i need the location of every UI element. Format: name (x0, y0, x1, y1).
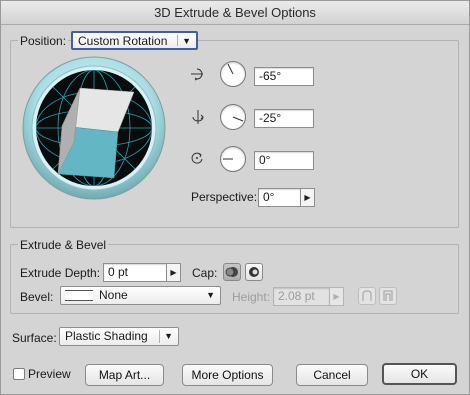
chevron-down-icon: ▼ (182, 36, 191, 46)
z-axis-rotate-icon (191, 152, 203, 164)
perspective-label: Perspective: (191, 190, 258, 204)
x-rotation-dial[interactable] (220, 61, 246, 87)
cancel-button[interactable]: Cancel (296, 364, 368, 386)
surface-select[interactable]: Plastic Shading ▼ (59, 327, 179, 346)
extrude-depth-field[interactable]: 0 pt (103, 263, 167, 282)
surface-select-value: Plastic Shading (65, 329, 148, 343)
y-axis-rotate-icon (192, 110, 204, 124)
cap-label: Cap: (192, 266, 218, 280)
dial-hand (223, 158, 233, 160)
cap-off-icon (249, 267, 259, 277)
bevel-out-icon (362, 290, 372, 301)
track-cube-preview[interactable] (22, 56, 166, 200)
select-separator (177, 35, 178, 46)
perspective-stepper[interactable]: ▶ (301, 188, 315, 207)
map-art-button[interactable]: Map Art... (85, 364, 164, 386)
z-rotation-dial[interactable] (220, 146, 246, 172)
dial-hand (227, 63, 234, 75)
bevel-in-icon (383, 290, 393, 301)
y-rotation-dial[interactable] (220, 104, 246, 130)
preview-label: Preview (28, 367, 71, 381)
bevel-swatch (65, 290, 93, 301)
surface-label: Surface: (12, 331, 57, 345)
bevel-out-button (358, 287, 376, 305)
z-rotation-field[interactable]: 0° (254, 151, 314, 170)
cap-on-icon (225, 267, 238, 277)
extrude-bevel-dialog: 3D Extrude & Bevel Options Position: Cus… (0, 0, 470, 395)
y-rotation-field[interactable]: -25° (254, 109, 314, 128)
bevel-in-button (379, 287, 397, 305)
x-axis-rotate-icon (191, 68, 203, 81)
more-options-button[interactable]: More Options (182, 364, 273, 386)
x-rotation-field[interactable]: -65° (254, 67, 314, 86)
ok-button[interactable]: OK (382, 363, 457, 385)
preview-checkbox[interactable] (13, 368, 25, 380)
position-select[interactable]: Custom Rotation ▼ (71, 31, 198, 50)
perspective-field[interactable]: 0° (258, 188, 301, 207)
extrude-depth-stepper[interactable]: ▶ (167, 263, 181, 282)
dial-hand (232, 116, 244, 122)
cap-off-button[interactable] (245, 263, 263, 281)
chevron-down-icon: ▼ (206, 290, 215, 300)
height-field: 2.08 pt (273, 287, 330, 306)
bevel-select-value: None (99, 288, 128, 302)
bevel-label: Bevel: (20, 290, 54, 304)
height-label: Height: (232, 290, 271, 304)
select-separator (159, 330, 160, 343)
chevron-down-icon: ▼ (164, 331, 173, 341)
bevel-select[interactable]: None ▼ (60, 286, 221, 305)
cap-on-button[interactable] (223, 263, 241, 281)
position-select-value: Custom Rotation (78, 34, 168, 48)
position-label: Position: (18, 34, 69, 48)
window-title: 3D Extrude & Bevel Options (1, 1, 469, 25)
extrude-depth-label: Extrude Depth: (20, 266, 101, 280)
extrude-bevel-title: Extrude & Bevel (18, 238, 109, 252)
height-stepper: ▶ (330, 287, 344, 306)
